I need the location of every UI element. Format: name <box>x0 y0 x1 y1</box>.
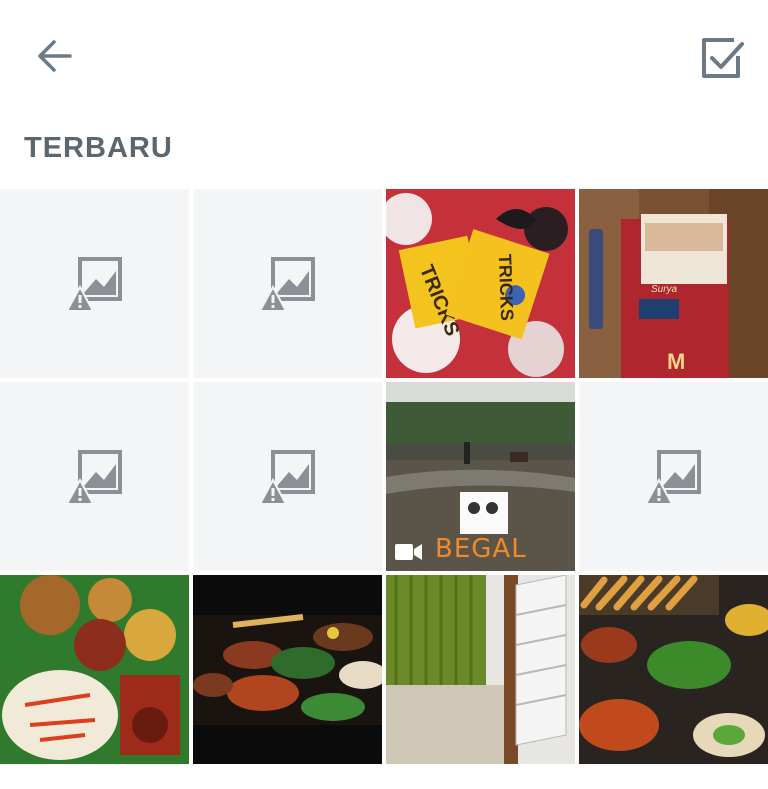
media-thumbnail-broken[interactable] <box>193 189 382 378</box>
media-thumbnail-photo[interactable] <box>193 575 382 764</box>
arrow-left-icon <box>38 40 72 72</box>
svg-text:TRICKS: TRICKS <box>495 254 517 322</box>
photo-cigarette-pack-image: Surya M <box>579 189 768 378</box>
section-title: TERBARU <box>24 132 173 164</box>
media-grid: TRICKS TRICKS Surya M BEGAL <box>0 189 768 789</box>
media-thumbnail-photo[interactable]: TRICKS TRICKS <box>386 189 575 378</box>
video-caption-label: BEGAL <box>435 534 527 564</box>
photo-food-dishes-image <box>193 575 382 764</box>
media-thumbnail-photo[interactable] <box>386 575 575 764</box>
media-thumbnail-photo[interactable]: Surya M <box>579 189 768 378</box>
broken-image-warning-icon <box>65 450 122 505</box>
video-camera-icon <box>395 544 422 560</box>
top-app-bar <box>0 0 768 112</box>
photo-snacks-image: TRICKS TRICKS <box>386 189 575 378</box>
back-button[interactable] <box>30 34 78 78</box>
svg-text:Surya: Surya <box>651 284 678 295</box>
media-thumbnail-photo[interactable] <box>579 575 768 764</box>
svg-text:M: M <box>667 349 685 374</box>
checkbox-checked-icon <box>702 38 744 78</box>
photo-rice-platter-image <box>0 575 189 764</box>
photo-room-shelf-image <box>386 575 575 764</box>
media-thumbnail-broken[interactable] <box>0 189 189 378</box>
media-thumbnail-broken[interactable] <box>0 382 189 571</box>
media-thumbnail-broken[interactable] <box>193 382 382 571</box>
media-thumbnail-photo[interactable] <box>0 575 189 764</box>
broken-image-warning-icon <box>258 450 315 505</box>
broken-image-warning-icon <box>644 450 701 505</box>
broken-image-warning-icon <box>258 257 315 312</box>
media-thumbnail-video[interactable]: BEGAL <box>386 382 575 571</box>
select-mode-button[interactable] <box>696 32 748 84</box>
broken-image-warning-icon <box>65 257 122 312</box>
media-thumbnail-broken[interactable] <box>579 382 768 571</box>
photo-satay-image <box>579 575 768 764</box>
